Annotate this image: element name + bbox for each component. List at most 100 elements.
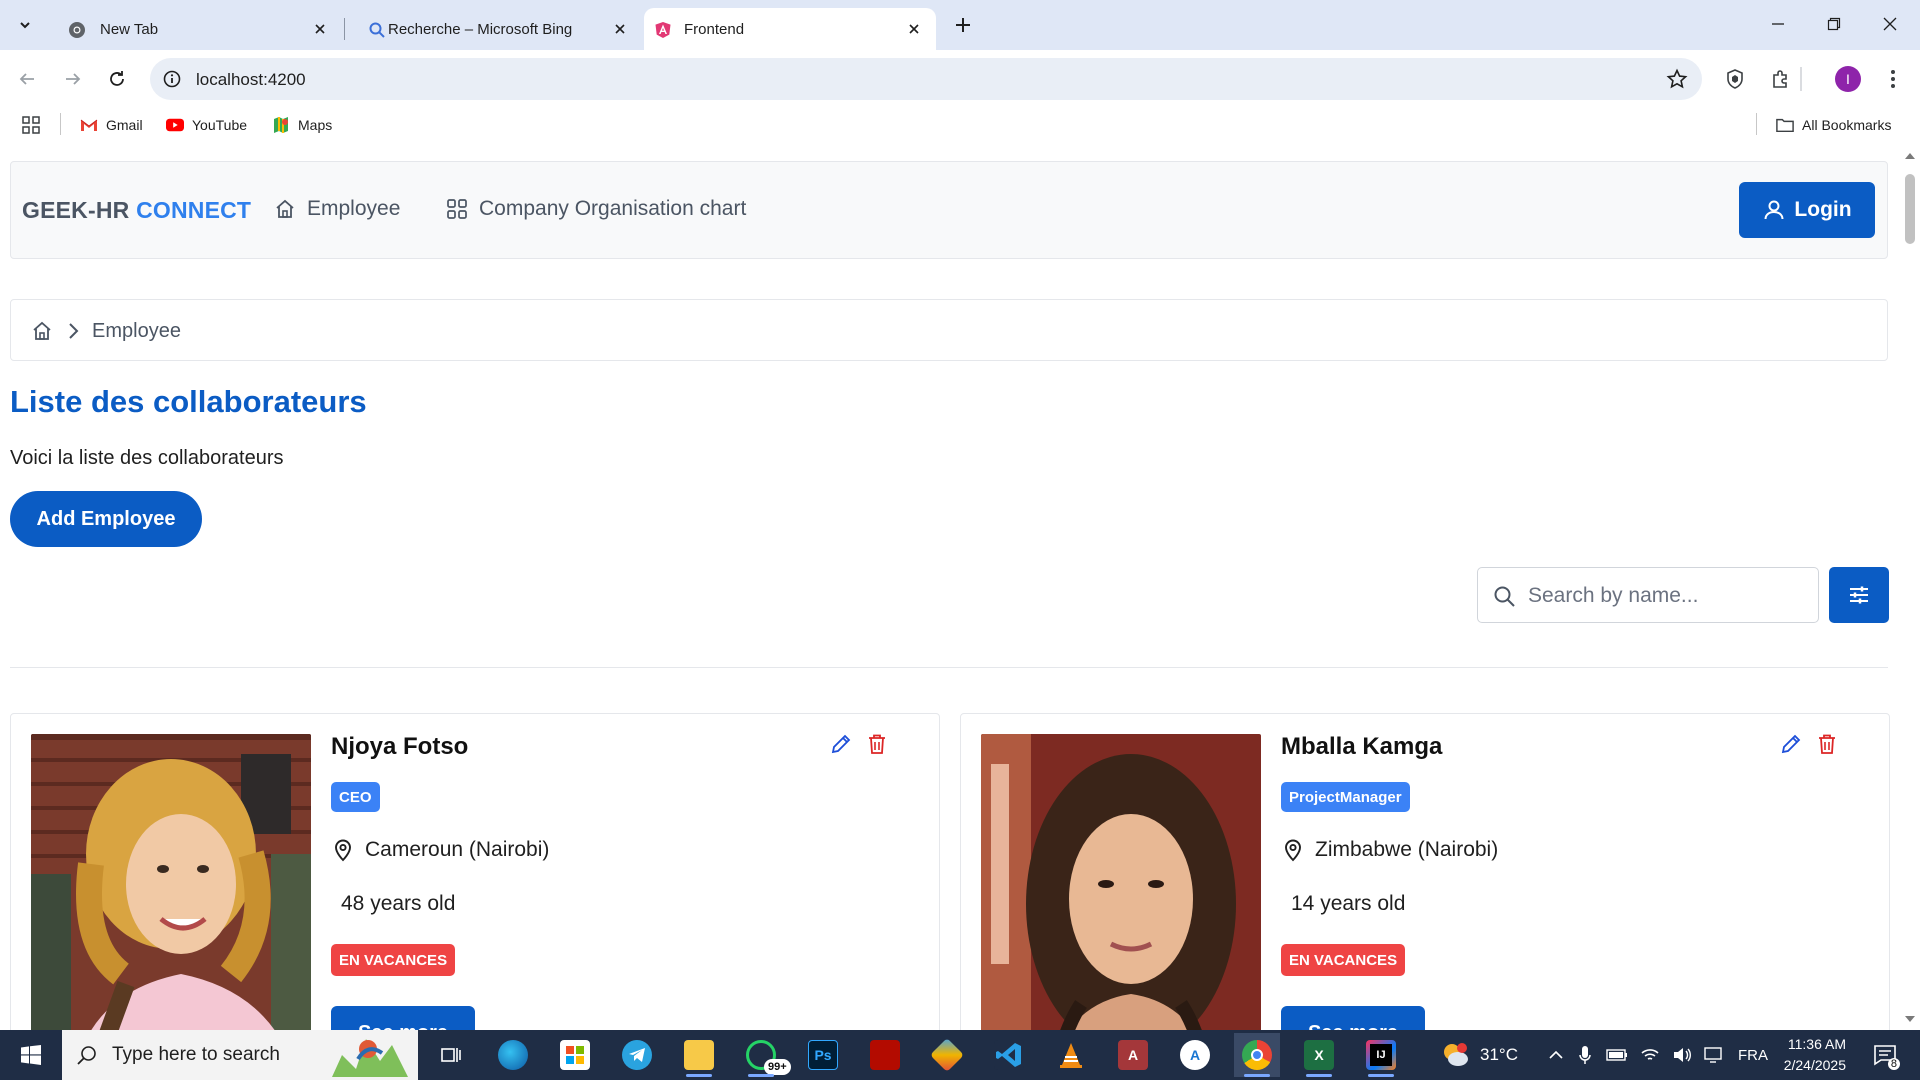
intellij-app[interactable]: IJ bbox=[1358, 1033, 1404, 1077]
system-tray: FRA bbox=[1548, 1030, 1768, 1080]
browser-menu-button[interactable] bbox=[1880, 66, 1906, 92]
browser-tab-strip: New Tab Recherche – Microsoft Bing Front… bbox=[0, 0, 1920, 50]
access-app[interactable]: A bbox=[1110, 1033, 1156, 1077]
close-tab-icon[interactable] bbox=[610, 19, 630, 39]
battery-icon[interactable] bbox=[1606, 1048, 1628, 1062]
gmail-icon bbox=[80, 116, 98, 134]
display-icon[interactable] bbox=[1704, 1047, 1722, 1063]
bookmark-maps[interactable]: Maps bbox=[272, 116, 332, 134]
folder-icon bbox=[684, 1040, 714, 1070]
extensions-button[interactable] bbox=[1768, 66, 1794, 92]
map-pin-icon bbox=[335, 839, 351, 862]
git-app[interactable] bbox=[924, 1033, 970, 1077]
delete-trash-icon[interactable] bbox=[1815, 732, 1839, 756]
role-badge: ProjectManager bbox=[1281, 782, 1410, 812]
employee-name: Njoya Fotso bbox=[331, 733, 469, 760]
volume-icon[interactable] bbox=[1672, 1047, 1692, 1063]
vlc-app[interactable] bbox=[1048, 1033, 1094, 1077]
edge-icon bbox=[498, 1040, 528, 1070]
edge-app[interactable] bbox=[490, 1033, 536, 1077]
close-window-button[interactable] bbox=[1870, 8, 1910, 40]
close-tab-icon[interactable] bbox=[904, 19, 924, 39]
brand-logo[interactable]: GEEK-HR CONNECT bbox=[22, 197, 251, 224]
microphone-icon[interactable] bbox=[1578, 1045, 1592, 1065]
tab-new-tab[interactable]: New Tab bbox=[46, 8, 342, 50]
wifi-icon[interactable] bbox=[1640, 1047, 1660, 1063]
user-icon bbox=[1764, 200, 1784, 220]
angular-icon bbox=[655, 22, 671, 38]
acrobat-app[interactable] bbox=[862, 1033, 908, 1077]
see-more-button[interactable]: See more bbox=[1281, 1006, 1425, 1030]
page-scrollbar[interactable] bbox=[1900, 144, 1920, 1030]
delete-trash-icon[interactable] bbox=[865, 732, 889, 756]
notification-center-button[interactable]: 8 bbox=[1868, 1040, 1902, 1070]
folder-icon bbox=[1776, 116, 1794, 134]
plus-icon bbox=[956, 18, 970, 32]
excel-app[interactable]: X bbox=[1296, 1033, 1342, 1077]
new-tab-button[interactable] bbox=[950, 12, 976, 38]
nav-label: Employee bbox=[307, 197, 401, 220]
scroll-down-arrow[interactable] bbox=[1905, 1016, 1915, 1022]
file-explorer-app[interactable] bbox=[676, 1033, 722, 1077]
minimize-button[interactable] bbox=[1758, 8, 1798, 40]
see-more-button[interactable]: See more bbox=[331, 1006, 475, 1030]
bookmark-separator bbox=[1756, 113, 1757, 135]
edit-pencil-icon[interactable] bbox=[1779, 732, 1803, 756]
taskbar-search[interactable]: Type here to search bbox=[62, 1030, 418, 1080]
clock[interactable]: 11:36 AM 2/24/2025 bbox=[1760, 1034, 1846, 1076]
nav-employee[interactable]: Employee bbox=[273, 197, 400, 221]
telegram-app[interactable] bbox=[614, 1033, 660, 1077]
employee-photo bbox=[981, 734, 1261, 1030]
nav-label: Company Organisation chart bbox=[479, 197, 747, 220]
filter-button[interactable] bbox=[1829, 567, 1889, 623]
tab-frontend[interactable]: Frontend bbox=[644, 8, 936, 50]
tab-title: Recherche – Microsoft Bing bbox=[388, 21, 573, 38]
whatsapp-app[interactable]: 99+ bbox=[738, 1033, 791, 1077]
tab-bing[interactable]: Recherche – Microsoft Bing bbox=[346, 8, 642, 50]
running-indicator bbox=[1368, 1074, 1394, 1077]
scroll-thumb[interactable] bbox=[1905, 174, 1915, 244]
shield-icon bbox=[1727, 69, 1743, 89]
taskbar-search-placeholder: Type here to search bbox=[112, 1044, 280, 1065]
bookmark-star-icon[interactable] bbox=[1666, 68, 1688, 90]
search-input[interactable] bbox=[1528, 580, 1808, 612]
chrome-icon bbox=[1242, 1040, 1272, 1070]
role-badge: CEO bbox=[331, 782, 380, 812]
tab-search-button[interactable] bbox=[10, 10, 40, 40]
task-view-button[interactable] bbox=[428, 1033, 474, 1077]
employee-location: Zimbabwe (Nairobi) bbox=[1281, 838, 1498, 862]
profile-avatar[interactable]: I bbox=[1835, 66, 1861, 92]
search-field bbox=[1477, 567, 1819, 623]
vscode-app[interactable] bbox=[986, 1033, 1032, 1077]
bookmark-youtube[interactable]: YouTube bbox=[166, 116, 247, 134]
close-tab-icon[interactable] bbox=[310, 19, 330, 39]
angular-console-app[interactable]: A bbox=[1172, 1033, 1218, 1077]
chrome-app[interactable] bbox=[1234, 1033, 1280, 1077]
edit-pencil-icon[interactable] bbox=[829, 732, 853, 756]
start-button[interactable] bbox=[8, 1030, 54, 1080]
vscode-icon bbox=[994, 1040, 1024, 1070]
all-bookmarks-button[interactable]: All Bookmarks bbox=[1776, 116, 1891, 134]
restore-button[interactable] bbox=[1814, 8, 1854, 40]
weather-widget[interactable]: 31°C bbox=[1440, 1030, 1518, 1080]
apps-button[interactable] bbox=[22, 116, 48, 134]
home-icon[interactable] bbox=[31, 320, 53, 342]
address-bar[interactable]: localhost:4200 bbox=[150, 58, 1702, 100]
extension-shield-button[interactable] bbox=[1722, 66, 1748, 92]
forward-button[interactable] bbox=[60, 66, 86, 92]
bookmark-gmail[interactable]: Gmail bbox=[80, 116, 143, 134]
info-icon[interactable] bbox=[162, 69, 182, 89]
scroll-up-arrow[interactable] bbox=[1905, 153, 1915, 159]
whatsapp-badge: 99+ bbox=[764, 1059, 791, 1075]
add-employee-button[interactable]: Add Employee bbox=[10, 491, 202, 547]
chevron-up-icon[interactable] bbox=[1548, 1049, 1564, 1061]
photoshop-app[interactable]: Ps bbox=[800, 1033, 846, 1077]
nav-org-chart[interactable]: Company Organisation chart bbox=[445, 197, 746, 221]
store-app[interactable] bbox=[552, 1033, 598, 1077]
apps-grid-icon bbox=[22, 116, 40, 134]
reload-button[interactable] bbox=[104, 66, 130, 92]
back-button[interactable] bbox=[14, 66, 40, 92]
map-pin-icon bbox=[1285, 839, 1301, 862]
store-icon bbox=[560, 1040, 590, 1070]
login-button[interactable]: Login bbox=[1739, 182, 1875, 238]
